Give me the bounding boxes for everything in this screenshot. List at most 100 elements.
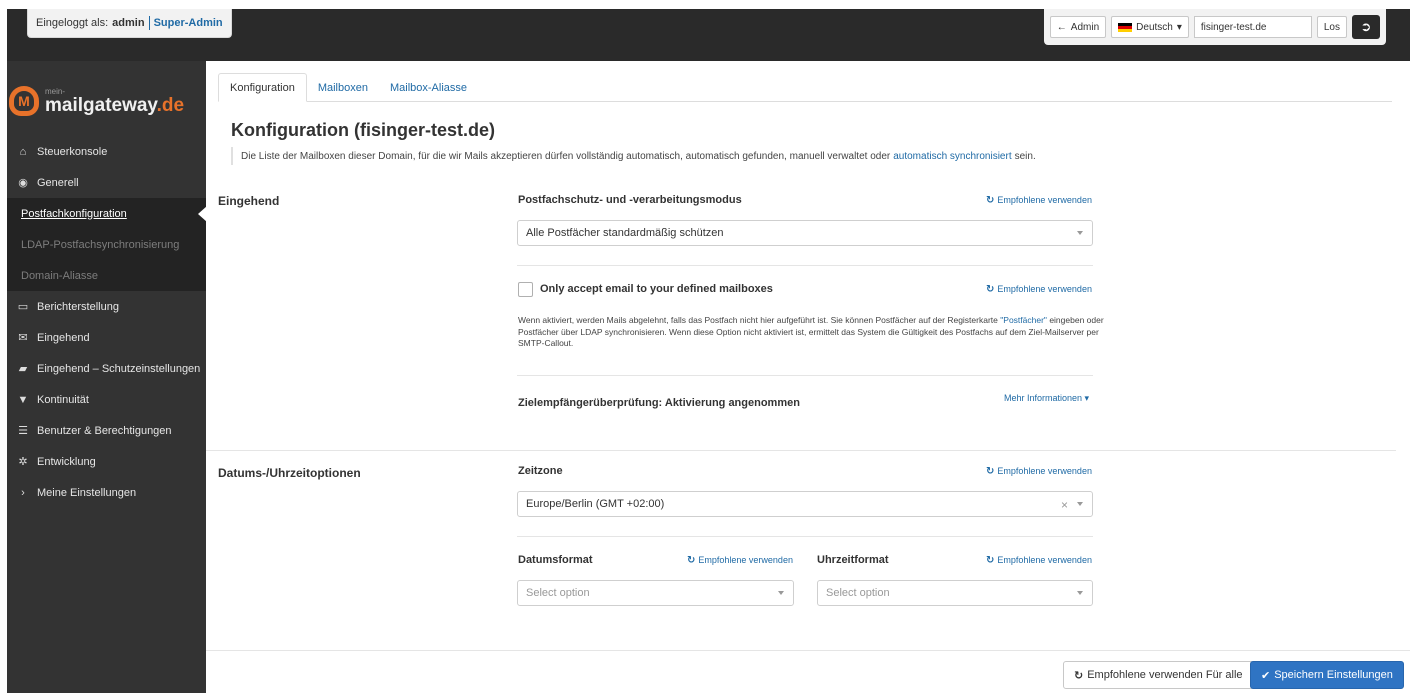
sidebar-item-label: Steuerkonsole [37,145,108,158]
date-format-select[interactable]: Select option [517,580,794,606]
sidebar-item-label: Meine Einstellungen [37,486,137,499]
only-accept-checkbox[interactable] [518,282,533,297]
sidebar-item-ldap-sync[interactable]: LDAP-Postfachsynchronisierung [7,229,206,260]
caret-down-icon [1077,502,1083,506]
use-recommended-all-button[interactable]: Empfohlene verwenden Für alle [1063,661,1254,689]
caret-down-icon [1077,231,1083,235]
separator [148,16,150,30]
role-badge: Super-Admin [153,17,223,29]
section-divider [206,450,1396,451]
sidebar-item-label: Eingehend – Schutzeinstellungen [37,362,201,375]
top-bar: Eingeloggt als: admin Super-Admin ← Admi… [7,9,1410,61]
sidebar-item-meine-einstellungen[interactable]: › Meine Einstellungen [7,477,206,508]
timezone-label: Zeitzone [518,465,563,477]
recommended-link-time-format[interactable]: Empfohlene verwenden [986,555,1092,566]
section-incoming: Eingehend [218,194,280,208]
logged-in-prefix: Eingeloggt als: [36,17,109,29]
recommended-link-only-accept[interactable]: Empfohlene verwenden [986,284,1092,295]
sidebar-item-benutzer[interactable]: ☰ Benutzer & Berechtigungen [7,415,206,446]
sidebar-item-label: Domain-Aliasse [21,269,99,282]
go-button[interactable]: Los [1316,16,1347,38]
sidebar-item-eingehend[interactable]: ✉ Eingehend [7,322,206,353]
sidebar-item-label: Eingehend [37,331,90,344]
tab-bar: Konfiguration Mailboxen Mailbox-Aliasse [218,73,1392,102]
sidebar-item-postfachkonfiguration[interactable]: Postfachkonfiguration [7,198,207,229]
protection-mode-label: Postfachschutz- und -verarbeitungsmodus [518,194,742,206]
sidebar: M mein- mailgateway.de ⌂ Steuerkonsole ◉… [7,61,207,693]
divider [517,536,1093,537]
timezone-value: Europe/Berlin (GMT +02:00) [526,498,665,510]
logout-icon: ➲ [1360,19,1372,34]
caret-down-icon: ▾ [1176,21,1182,33]
timezone-select[interactable]: Europe/Berlin (GMT +02:00) × [517,491,1093,517]
section-datetime: Datums-/Uhrzeitoptionen [218,466,361,480]
envelope-icon: ✉ [18,332,28,344]
folder-icon: ▰ [18,363,28,375]
sidebar-item-label: Benutzer & Berechtigungen [37,424,172,437]
german-flag-icon [1118,22,1133,32]
list-icon: ☰ [18,425,28,437]
protection-mode-value: Alle Postfächer standardmäßig schützen [526,227,724,239]
verification-label: Zielempfängerüberprüfung: Aktivierung an… [518,397,800,409]
only-accept-help: Wenn aktiviert, werden Mails abgelehnt, … [518,315,1108,350]
more-info-link[interactable]: Mehr Informationen [1004,393,1089,404]
sidebar-nav: ⌂ Steuerkonsole ◉ Generell Postfachkonfi… [7,136,207,508]
time-format-placeholder: Select option [826,587,890,599]
sidebar-item-kontinuitaet[interactable]: ▼ Kontinuität [7,384,206,415]
sidebar-item-domain-aliasse[interactable]: Domain-Aliasse [7,260,206,291]
main-content: Konfiguration Mailboxen Mailbox-Aliasse … [206,61,1410,693]
description-tail: sein. [1014,150,1036,162]
globe-icon: ◉ [18,177,28,189]
tab-konfiguration[interactable]: Konfiguration [218,73,307,102]
monitor-icon: ▭ [17,301,29,313]
caret-down-icon [1077,591,1083,595]
top-right-controls: ← Admin Deutsch ▾ Los ➲ [1043,9,1386,45]
language-label: Deutsch [1136,21,1173,33]
divider [517,265,1093,266]
divider [517,375,1093,376]
admin-button-label: Admin [1070,21,1100,33]
date-format-placeholder: Select option [526,587,590,599]
protection-mode-select[interactable]: Alle Postfächer standardmäßig schützen [517,220,1093,246]
footer-bar: Empfohlene verwenden Für alle Speichern … [206,650,1410,693]
logo-tld-text: .de [156,94,185,116]
arrow-left-icon: ← [1056,21,1067,33]
home-icon: ⌂ [19,145,27,158]
time-format-label: Uhrzeitformat [817,554,889,566]
clear-icon[interactable]: × [1061,498,1068,512]
sidebar-item-label: Generell [37,176,79,189]
sidebar-item-label: Kontinuität [37,393,89,406]
only-accept-label: Only accept email to your defined mailbo… [540,283,773,295]
help-text-1: Wenn aktiviert, werden Mails abgelehnt, … [518,315,998,325]
filter-icon: ▼ [17,393,29,406]
username: admin [112,17,145,29]
recommended-link-mode[interactable]: Empfohlene verwenden [986,195,1092,206]
tab-mailboxen[interactable]: Mailboxen [307,73,379,102]
date-format-label: Datumsformat [518,554,593,566]
caret-down-icon [778,591,784,595]
sidebar-item-steuerkonsole[interactable]: ⌂ Steuerkonsole [7,136,206,167]
logout-button[interactable]: ➲ [1352,15,1380,39]
auto-sync-link[interactable]: automatisch synchronisiert [893,151,1011,162]
sidebar-item-entwicklung[interactable]: ✲ Entwicklung [7,446,206,477]
logo-main-text: mailgateway [45,94,157,116]
postfaecher-link[interactable]: "Postfächer" [1000,315,1047,325]
gear-icon: ✲ [18,456,28,468]
recommended-link-date-format[interactable]: Empfohlene verwenden [687,555,793,566]
logo-mark-icon: M [9,86,39,116]
time-format-select[interactable]: Select option [817,580,1093,606]
tab-mailbox-aliasse[interactable]: Mailbox-Aliasse [379,73,478,102]
recommended-link-timezone[interactable]: Empfohlene verwenden [986,466,1092,477]
logo[interactable]: M mein- mailgateway.de [7,75,206,127]
sidebar-item-label: Berichterstellung [37,300,119,313]
domain-search-input[interactable] [1193,16,1312,38]
sidebar-item-berichterstellung[interactable]: ▭ Berichterstellung [7,291,206,322]
description-text: Die Liste der Mailboxen dieser Domain, f… [241,150,891,162]
sidebar-item-generell[interactable]: ◉ Generell [7,167,206,198]
language-dropdown[interactable]: Deutsch ▾ [1111,16,1189,38]
admin-button[interactable]: ← Admin [1049,16,1107,38]
save-settings-button[interactable]: Speichern Einstellungen [1250,661,1404,689]
page-description: Die Liste der Mailboxen dieser Domain, f… [231,147,1036,165]
login-info: Eingeloggt als: admin Super-Admin [27,9,232,38]
sidebar-item-schutzeinstellungen[interactable]: ▰ Eingehend – Schutzeinstellungen [7,353,206,384]
